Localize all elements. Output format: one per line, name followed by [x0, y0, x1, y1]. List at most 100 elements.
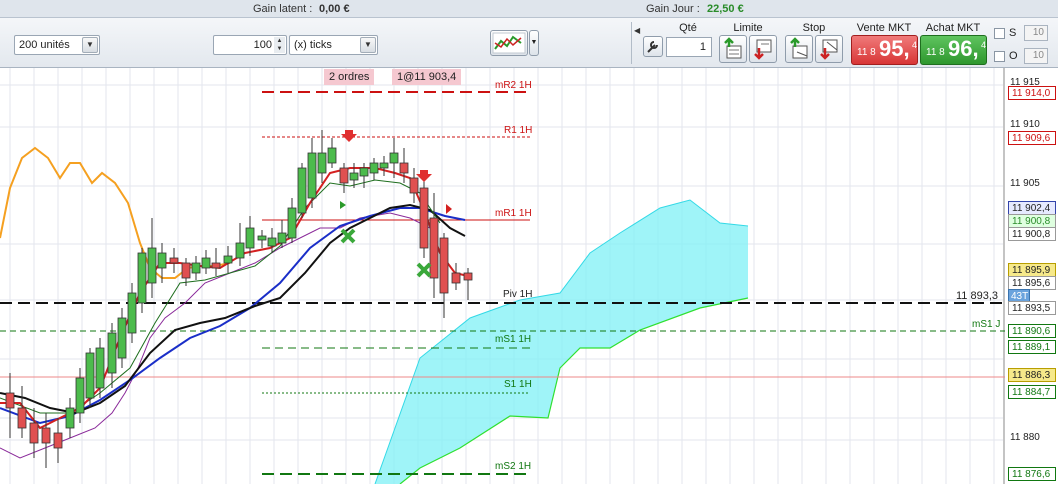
- axis-box-s1: 11 884,7: [1008, 385, 1056, 399]
- axis-box-a3: 11 900,8: [1008, 227, 1056, 241]
- price-chart[interactable]: 2 ordres 1@11 903,4 mR2 1H R1 1H mR1 1H …: [0, 68, 1058, 484]
- candle-up: [297, 167, 307, 214]
- level-mr1-label: mR1 1H: [495, 208, 532, 219]
- ticks-value: 100: [253, 39, 272, 51]
- wrench-icon: [647, 41, 658, 53]
- s-checkbox-label: S: [1009, 27, 1017, 39]
- candle-up: [85, 352, 95, 399]
- candle-down: [451, 272, 461, 284]
- candle-down: [41, 427, 51, 444]
- vente-mkt-button[interactable]: 11 8 95, 4: [851, 35, 918, 65]
- candle-up: [223, 255, 233, 264]
- candle-down: [419, 187, 429, 249]
- units-select[interactable]: 200 unités ▼: [14, 35, 100, 55]
- limite-label: Limite: [733, 22, 763, 34]
- candle-down: [53, 432, 63, 449]
- o-checkbox[interactable]: [994, 51, 1005, 62]
- vente-price-decimal: 4: [912, 40, 918, 50]
- gain-latent-label: Gain latent :: [253, 3, 313, 15]
- candle-up: [359, 167, 369, 177]
- candle-up: [379, 162, 389, 169]
- candle-up: [307, 152, 317, 199]
- play-marker-icon: [446, 204, 452, 214]
- candle-up: [267, 237, 277, 247]
- o-value-input[interactable]: 10: [1024, 48, 1048, 64]
- vente-label: Vente MKT: [856, 22, 912, 34]
- candle-down: [409, 177, 419, 194]
- level-ms1j-label: mS1 J: [972, 319, 1001, 330]
- candle-down: [29, 422, 39, 444]
- gain-jour-label: Gain Jour :: [646, 3, 700, 15]
- orders-tag[interactable]: 2 ordres: [324, 69, 375, 85]
- stop-sell-button[interactable]: [815, 35, 843, 63]
- candle-up: [389, 152, 399, 164]
- candle-up: [235, 242, 245, 259]
- axis-box-r1: 11 909,6: [1008, 131, 1056, 145]
- candle-down: [399, 162, 409, 174]
- candle-up: [257, 235, 267, 241]
- limite-buy-button[interactable]: [719, 35, 747, 63]
- candle-down: [181, 262, 191, 279]
- axis-box-a1: 11 902,4: [1008, 201, 1056, 215]
- stop-buy-icon: [790, 37, 808, 59]
- s-value-input[interactable]: 10: [1024, 25, 1048, 41]
- kijun-line: [0, 212, 431, 459]
- sell-arrow-icon: [341, 130, 357, 142]
- candle-up: [369, 162, 379, 174]
- axis-box-last: 11 895,9: [1008, 263, 1056, 277]
- candle-up: [327, 147, 337, 164]
- axis-tick: 11 910: [1010, 119, 1040, 130]
- axis-tick: 11 905: [1010, 178, 1040, 189]
- limite-sell-button[interactable]: [749, 35, 777, 63]
- achat-price-main: 96,: [948, 36, 979, 61]
- spin-icon[interactable]: ▲ ▼: [274, 37, 285, 53]
- candle-up: [191, 262, 201, 274]
- candle-down: [17, 407, 27, 429]
- candle-up: [201, 257, 211, 269]
- axis-box-a4: 11 895,6: [1008, 276, 1056, 290]
- ticks-select[interactable]: (x) ticks ▼: [289, 35, 378, 55]
- units-select-value: 200 unités: [19, 39, 70, 51]
- ticks-value-input[interactable]: 100 ▲ ▼: [213, 35, 287, 55]
- stop-buy-button[interactable]: [785, 35, 813, 63]
- settings-button[interactable]: [643, 36, 663, 57]
- indicator-dropdown[interactable]: ▼: [529, 30, 539, 56]
- axis-box-ms1: 11 889,1: [1008, 340, 1056, 354]
- chevron-down-icon[interactable]: ▼: [360, 37, 376, 53]
- trading-window: Gain latent : 0,00 € Gain Jour : 22,50 €…: [0, 0, 1058, 484]
- vente-price-main: 95,: [879, 36, 910, 61]
- level-mr2-label: mR2 1H: [495, 80, 532, 91]
- axis-box-ms2: 11 876,6: [1008, 467, 1056, 481]
- piv-price-label: 11 893,3: [956, 290, 999, 302]
- candle-up: [317, 152, 327, 174]
- cross-marker-icon: [416, 262, 432, 278]
- o-checkbox-label: O: [1009, 50, 1018, 62]
- level-r1-label: R1 1H: [504, 125, 533, 136]
- chevron-down-icon[interactable]: ▼: [531, 39, 538, 46]
- axis-box-piv: 11 893,5: [1008, 301, 1056, 315]
- axis-tick: 11 880: [1010, 432, 1040, 443]
- qte-label: Qté: [679, 22, 697, 34]
- candle-down: [5, 392, 15, 409]
- candle-down: [339, 167, 349, 184]
- stop-label: Stop: [802, 22, 826, 34]
- achat-label: Achat MKT: [925, 22, 981, 34]
- indicator-button[interactable]: [490, 30, 528, 56]
- candle-up: [349, 172, 359, 181]
- cross-marker-icon: [340, 228, 356, 244]
- qte-input[interactable]: 1: [666, 37, 712, 57]
- s-checkbox[interactable]: [994, 28, 1005, 39]
- chevron-down-icon[interactable]: ▼: [82, 37, 98, 53]
- candle-down: [439, 237, 449, 294]
- candle-up: [147, 247, 157, 284]
- stop-sell-icon: [820, 39, 838, 60]
- axis-box-ms1j: 11 890,6: [1008, 324, 1056, 338]
- axis-box-current: 11 886,3: [1008, 368, 1056, 382]
- candle-up: [75, 377, 85, 414]
- achat-mkt-button[interactable]: 11 8 96, 4: [920, 35, 987, 65]
- position-tag[interactable]: 1@11 903,4: [392, 69, 462, 85]
- order-toolbar: 200 unités ▼ 100 ▲ ▼ (x) ticks ▼ ▼ ◀ Qté…: [0, 18, 1058, 68]
- candle-up: [287, 207, 297, 239]
- ma-fast-line: [0, 203, 466, 415]
- collapse-arrow-icon[interactable]: ◀: [634, 26, 640, 35]
